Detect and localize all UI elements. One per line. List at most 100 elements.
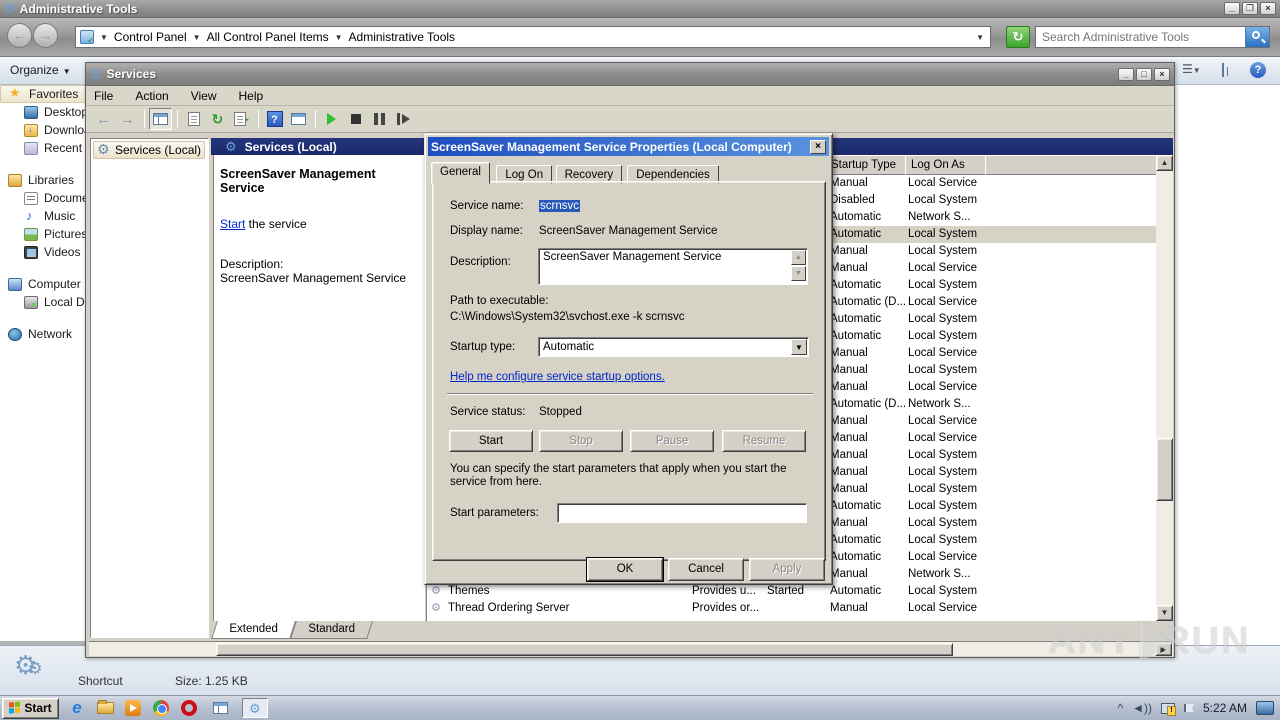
pause-service-button[interactable] bbox=[368, 108, 391, 130]
help-icon[interactable]: ? bbox=[1250, 62, 1266, 78]
sidebar-item-label: Desktop bbox=[44, 105, 89, 119]
dialog-close-button[interactable]: × bbox=[810, 139, 826, 154]
minimize-button[interactable]: _ bbox=[1224, 2, 1240, 15]
column-header-startup-type[interactable]: Startup Type bbox=[828, 155, 906, 175]
resume-button[interactable]: Resume bbox=[722, 430, 806, 452]
search-button[interactable] bbox=[1245, 27, 1269, 47]
forward-button[interactable]: → bbox=[33, 23, 58, 48]
show-console-tree-button[interactable] bbox=[149, 108, 172, 130]
description-label: Description: bbox=[450, 256, 511, 268]
action-center-flag-icon[interactable] bbox=[1183, 704, 1194, 712]
combo-dropdown-icon[interactable]: ▼ bbox=[791, 339, 807, 355]
back-button[interactable]: ← bbox=[7, 23, 32, 48]
internet-explorer-icon[interactable]: e bbox=[67, 698, 87, 718]
services-maximize-button[interactable]: □ bbox=[1136, 67, 1152, 81]
services-close-button[interactable]: × bbox=[1154, 67, 1170, 81]
preview-pane-button[interactable] bbox=[1222, 63, 1224, 77]
desktop: ⚙ Administrative Tools _ ❐ × ← → ▼Contro… bbox=[0, 0, 1280, 720]
scrollbar-thumb[interactable] bbox=[1156, 438, 1173, 501]
view-tab-extended[interactable]: Extended bbox=[211, 621, 296, 639]
description-field[interactable]: ScreenSaver Management Service ▲ ▼ bbox=[538, 248, 808, 285]
refresh-button[interactable]: ↻ bbox=[206, 108, 229, 130]
properties-button[interactable] bbox=[182, 108, 205, 130]
cancel-button[interactable]: Cancel bbox=[668, 558, 744, 581]
file-explorer-icon[interactable] bbox=[95, 698, 115, 718]
stop-button[interactable]: Stop bbox=[539, 430, 623, 452]
chrome-icon[interactable] bbox=[151, 698, 171, 718]
display-name-label: Display name: bbox=[450, 225, 523, 237]
start-service-link[interactable]: Start bbox=[220, 217, 245, 231]
startup-type-select[interactable]: Automatic ▼ bbox=[538, 337, 809, 357]
column-header-log-on-as[interactable]: Log On As bbox=[905, 155, 986, 175]
cell-startup: Automatic bbox=[830, 330, 882, 342]
cell-logon: Local Service bbox=[908, 381, 978, 393]
service-row-themes[interactable]: ⚙ Themes Provides u... Started Automatic Loca… bbox=[427, 583, 1157, 600]
taskbar-item-admin-tools[interactable] bbox=[207, 698, 234, 718]
tray-chevron-icon[interactable]: ^ bbox=[1117, 701, 1123, 715]
breadcrumb-arrow-icon[interactable]: ▼ bbox=[94, 33, 114, 42]
start-parameters-input[interactable] bbox=[557, 503, 807, 523]
start-button[interactable]: Start bbox=[449, 430, 533, 452]
apply-button[interactable]: Apply bbox=[749, 558, 825, 581]
start-service-button[interactable] bbox=[320, 108, 343, 130]
search-input[interactable] bbox=[1036, 30, 1245, 44]
taskbar-clock[interactable]: 5:22 AM bbox=[1203, 701, 1247, 715]
scroll-down-icon[interactable]: ▼ bbox=[791, 266, 806, 281]
scroll-down-button[interactable]: ▼ bbox=[1156, 605, 1173, 621]
horizontal-scrollbar[interactable]: ▶ bbox=[89, 641, 1173, 656]
menu-view[interactable]: View bbox=[191, 89, 217, 103]
menu-help[interactable]: Help bbox=[239, 89, 264, 103]
scroll-up-button[interactable]: ▲ bbox=[1156, 155, 1173, 171]
dialog-tab-general[interactable]: General bbox=[431, 162, 490, 184]
breadcrumb-arrow-icon[interactable]: ▼ bbox=[329, 33, 349, 42]
breadcrumb-dropdown-icon[interactable]: ▼ bbox=[976, 33, 990, 42]
cell-startup: Disabled bbox=[830, 194, 875, 206]
view-tab-standard[interactable]: Standard bbox=[289, 621, 373, 639]
media-player-icon[interactable] bbox=[123, 698, 143, 718]
scroll-up-icon[interactable]: ▲ bbox=[791, 250, 806, 265]
forward-button[interactable]: → bbox=[116, 108, 139, 130]
cell-logon: Local System bbox=[908, 194, 978, 206]
preview-pane-icon bbox=[1222, 63, 1224, 77]
services-minimize-button[interactable]: _ bbox=[1118, 67, 1134, 81]
breadcrumb-item[interactable]: Control Panel bbox=[114, 30, 187, 44]
refresh-button[interactable]: ↻ bbox=[1006, 26, 1030, 48]
breadcrumb[interactable]: ▼Control Panel▼All Control Panel Items▼A… bbox=[75, 26, 991, 48]
pause-button[interactable]: Pause bbox=[630, 430, 714, 452]
export-list-button[interactable]: ▶ bbox=[230, 108, 253, 130]
network-icon[interactable] bbox=[1160, 702, 1176, 716]
breadcrumb-arrow-icon[interactable]: ▼ bbox=[187, 33, 207, 42]
views-button[interactable]: ☰▼ bbox=[1182, 62, 1201, 80]
back-button[interactable]: ← bbox=[92, 108, 115, 130]
vertical-scrollbar[interactable]: ▲ ▼ bbox=[1156, 155, 1173, 621]
tree-item-services-local[interactable]: Services (Local) bbox=[93, 141, 206, 159]
breadcrumb-item[interactable]: Administrative Tools bbox=[349, 30, 456, 44]
start-button[interactable]: Start bbox=[2, 697, 59, 719]
show-desktop-button[interactable] bbox=[1256, 701, 1274, 715]
stop-service-button[interactable] bbox=[344, 108, 367, 130]
close-button[interactable]: × bbox=[1260, 2, 1276, 15]
restore-button[interactable]: ❐ bbox=[1242, 2, 1258, 15]
description-label: Description: bbox=[220, 257, 284, 271]
new-window-button[interactable] bbox=[287, 108, 310, 130]
restart-service-button[interactable] bbox=[392, 108, 415, 130]
menu-action[interactable]: Action bbox=[135, 89, 168, 103]
sidebar-item-label: Pictures bbox=[44, 227, 88, 241]
services-title: Services bbox=[106, 67, 157, 81]
opera-icon[interactable] bbox=[179, 698, 199, 718]
hscrollbar-thumb[interactable] bbox=[216, 643, 953, 656]
organize-button[interactable]: Organize ▼ bbox=[10, 63, 71, 77]
star-icon bbox=[9, 86, 23, 101]
breadcrumb-item[interactable]: All Control Panel Items bbox=[207, 30, 329, 44]
taskbar-item-services[interactable]: ⚙ bbox=[242, 698, 268, 718]
startup-help-link[interactable]: Help me configure service startup option… bbox=[450, 371, 665, 383]
volume-icon[interactable]: ◄)) bbox=[1132, 701, 1152, 715]
scroll-right-button[interactable]: ▶ bbox=[1155, 643, 1172, 656]
ok-button[interactable]: OK bbox=[586, 557, 664, 582]
menu-file[interactable]: File bbox=[94, 89, 113, 103]
service-name-label: Service name: bbox=[450, 200, 524, 212]
cell-logon: Local System bbox=[908, 466, 978, 478]
service-row-thread-ordering-server[interactable]: ⚙ Thread Ordering Server Provides or... Man… bbox=[427, 600, 1157, 617]
help-button[interactable]: ? bbox=[263, 108, 286, 130]
search-box[interactable] bbox=[1035, 26, 1270, 48]
